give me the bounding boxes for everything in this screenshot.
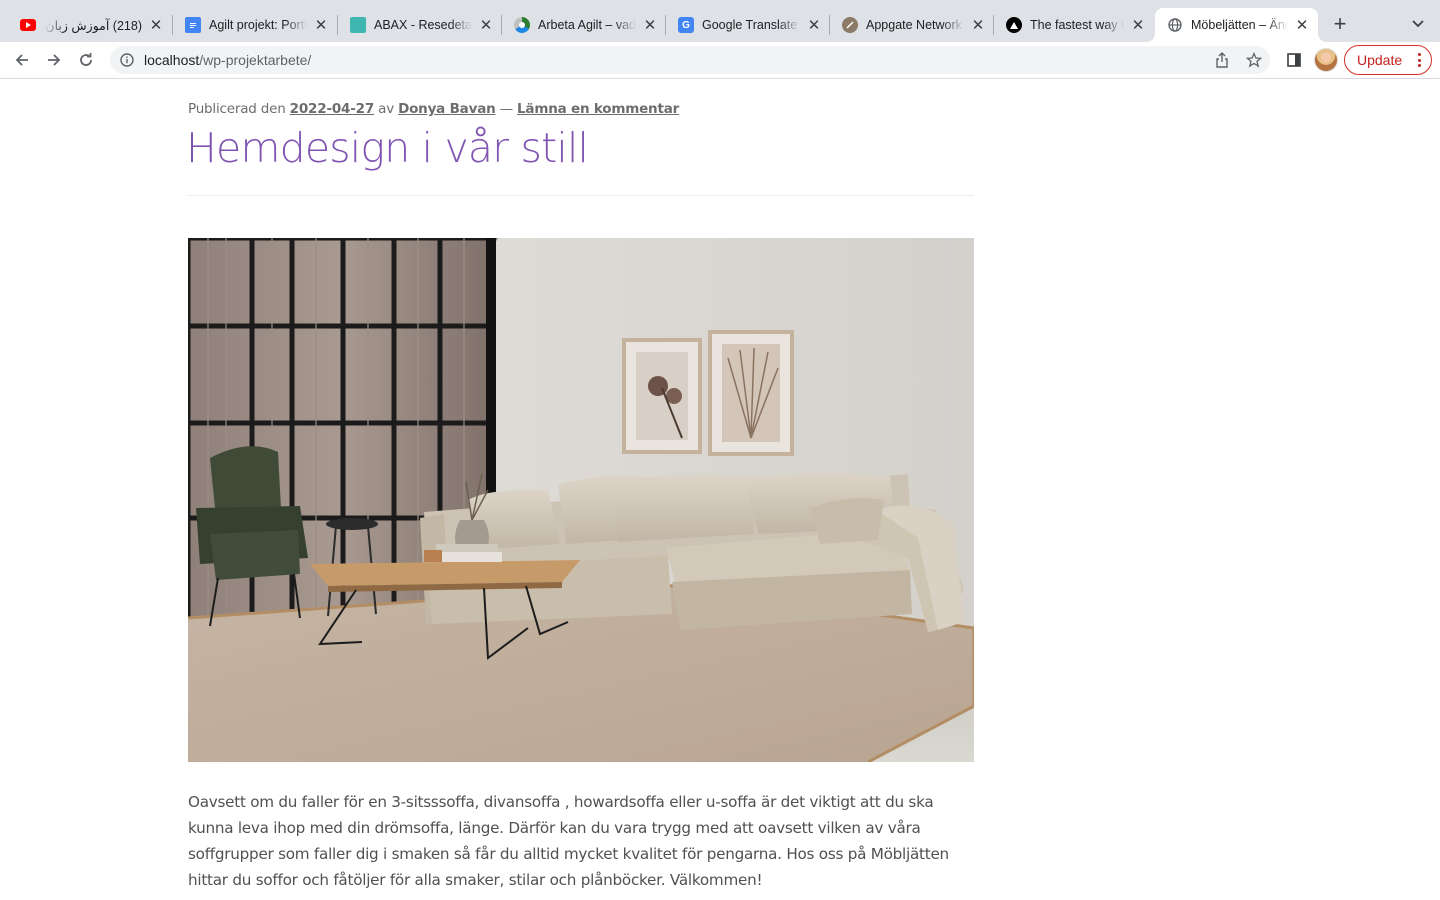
- close-tab-icon[interactable]: ✕: [642, 17, 658, 34]
- google-translate-icon: G: [678, 17, 694, 33]
- browser-tab[interactable]: ABAX - Resedetaljer ✕: [338, 8, 502, 42]
- vercel-icon: [1006, 17, 1022, 33]
- address-bar[interactable]: localhost/wp-projektarbete/: [110, 46, 1270, 74]
- close-tab-icon[interactable]: ✕: [148, 17, 164, 34]
- close-tab-icon[interactable]: ✕: [970, 17, 986, 34]
- appgate-icon: [842, 17, 858, 33]
- tab-title: Arbeta Agilt – vad innebär det: [538, 18, 636, 32]
- browser-tab[interactable]: Agilt projekt: Portfolio ✕: [173, 8, 337, 42]
- meta-prefix: Publicerad den: [188, 101, 286, 117]
- abax-icon: [350, 17, 366, 33]
- profile-avatar[interactable]: [1314, 48, 1338, 72]
- url-host: localhost: [144, 52, 200, 68]
- update-button[interactable]: Update: [1344, 45, 1432, 75]
- tab-strip: (218) آموزش زبان برنامه نویسی ✕ Agilt pr…: [0, 0, 1440, 42]
- post-date-link[interactable]: 2022-04-27: [290, 101, 375, 117]
- side-panel-icon[interactable]: [1284, 50, 1304, 70]
- browser-tab[interactable]: The fastest way to build apps ✕: [994, 8, 1154, 42]
- featured-image: [188, 238, 974, 762]
- tab-title: ABAX - Resedetaljer: [374, 18, 472, 32]
- comment-link[interactable]: Lämna en kommentar: [517, 101, 679, 117]
- youtube-icon: [20, 19, 36, 31]
- browser-tab-active[interactable]: Möbeljätten – Änglar ✕: [1147, 8, 1326, 42]
- arbeta-agilt-icon: [514, 17, 530, 33]
- tab-title: Möbeljätten – Änglar: [1191, 18, 1288, 32]
- close-tab-icon[interactable]: ✕: [806, 17, 822, 34]
- browser-tab[interactable]: Appgate Network Access ✕: [830, 8, 994, 42]
- site-info-icon[interactable]: [119, 52, 135, 68]
- forward-arrow-icon[interactable]: [40, 46, 68, 74]
- url-path: /wp-projektarbete/: [199, 52, 312, 68]
- close-tab-icon[interactable]: ✕: [1294, 17, 1310, 34]
- browser-toolbar: localhost/wp-projektarbete/ Update: [0, 42, 1440, 79]
- reload-icon[interactable]: [72, 46, 100, 74]
- post-meta: Publicerad den 2022-04-27 av Donya Bavan…: [188, 101, 679, 117]
- tab-title: Appgate Network Access: [866, 18, 964, 32]
- tab-search-chevron-icon[interactable]: [1406, 12, 1430, 36]
- close-tab-icon[interactable]: ✕: [313, 17, 329, 34]
- living-room-photo: [188, 238, 974, 762]
- meta-by: av: [378, 101, 394, 117]
- tab-title: The fastest way to build apps: [1030, 18, 1124, 32]
- post-body: Oavsett om du faller för en 3-sitsssoffa…: [188, 793, 949, 889]
- back-arrow-icon[interactable]: [8, 46, 36, 74]
- meta-dash: —: [499, 101, 514, 117]
- page-content: Publicerad den 2022-04-27 av Donya Bavan…: [0, 80, 1440, 900]
- author-link[interactable]: Donya Bavan: [398, 101, 496, 117]
- post-title[interactable]: Hemdesign i vår still: [186, 124, 589, 172]
- url-text: localhost/wp-projektarbete/: [144, 52, 311, 68]
- close-tab-icon[interactable]: ✕: [478, 17, 494, 34]
- close-tab-icon[interactable]: ✕: [1130, 17, 1146, 34]
- title-divider: [188, 195, 974, 196]
- google-docs-icon: [185, 17, 201, 33]
- globe-icon: [1167, 17, 1183, 33]
- tab-title: (218) آموزش زبان برنامه نویسی: [44, 18, 142, 33]
- bookmark-star-icon[interactable]: [1246, 52, 1262, 68]
- update-label: Update: [1357, 52, 1403, 68]
- tab-title: Agilt projekt: Portfolio: [209, 18, 307, 32]
- browser-tab[interactable]: Arbeta Agilt – vad innebär det ✕: [502, 8, 666, 42]
- share-icon[interactable]: [1214, 52, 1230, 68]
- browser-tab[interactable]: G Google Translate ✕: [666, 8, 830, 42]
- browser-tab[interactable]: (218) آموزش زبان برنامه نویسی ✕: [8, 8, 172, 42]
- menu-kebab-icon: [1417, 53, 1421, 67]
- tab-title: Google Translate: [702, 18, 798, 32]
- new-tab-icon[interactable]: +: [1328, 11, 1352, 36]
